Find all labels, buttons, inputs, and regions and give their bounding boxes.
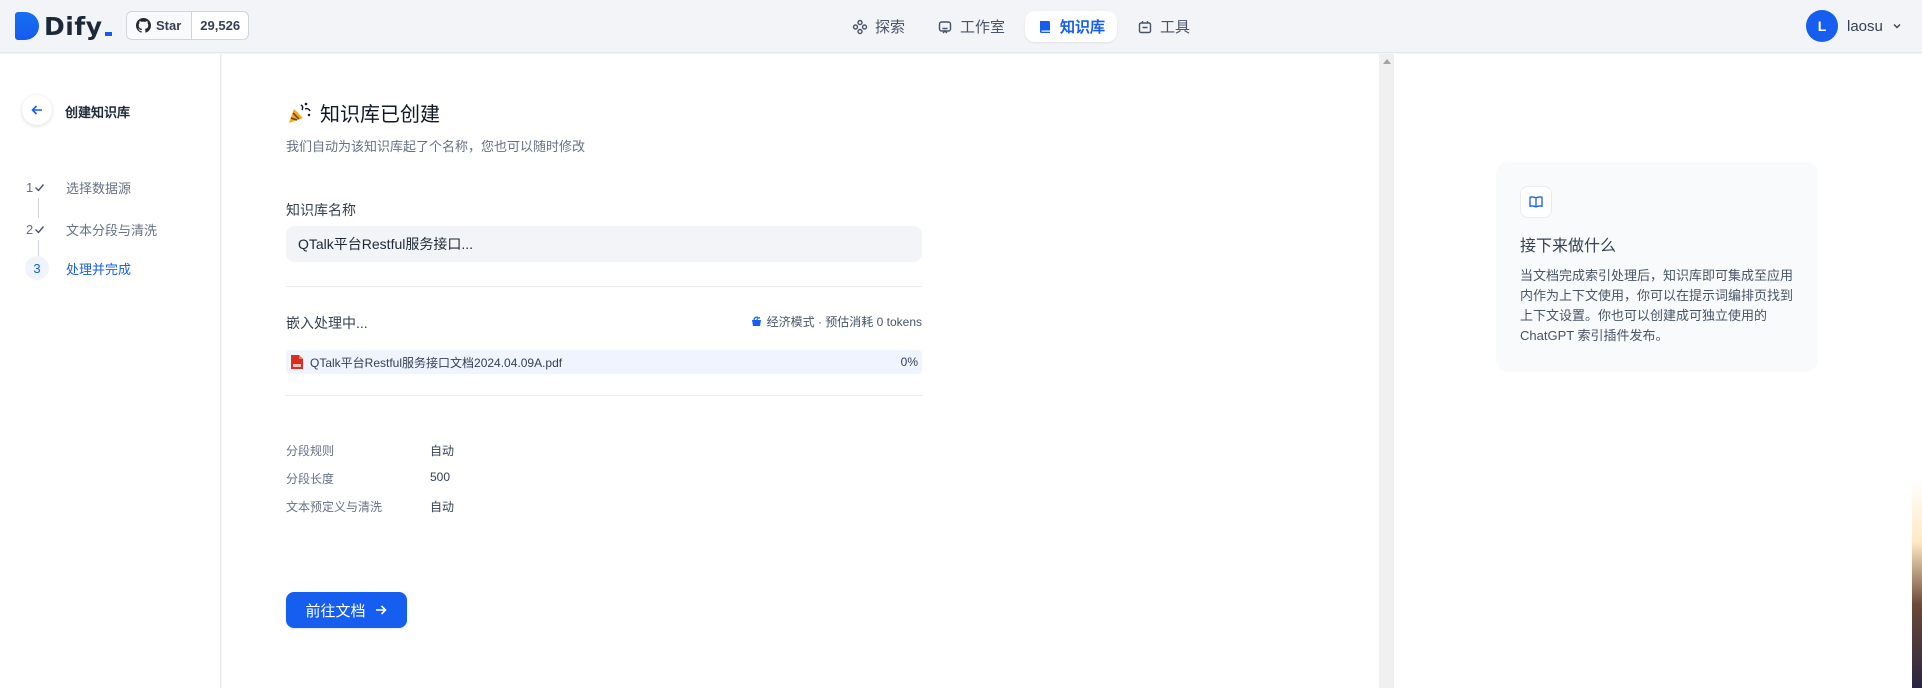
page-title-row: 知识库已创建 [286,98,440,127]
page-subtitle: 我们自动为该知识库起了个名称，您也可以随时修改 [286,139,586,154]
check-icon [35,226,45,234]
step-2-number: 2 [26,222,34,237]
step-process-finish: 3 处理并完成 [25,256,132,280]
step-2-label: 文本分段与清洗 [66,223,158,238]
check-icon [35,184,45,192]
nav-explore[interactable]: 探索 [840,11,917,42]
top-bar: Dify Star 29,526 探索 工作室 知识库 工具 L laosu [0,0,1922,53]
pdf-file-icon [291,355,303,369]
go-to-documents-button[interactable]: 前往文档 [286,592,407,628]
dify-logo[interactable]: Dify [15,11,112,41]
github-star-label: Star [156,18,182,33]
step-1-num: 1 [26,180,50,195]
nav-knowledge-label: 知识库 [1060,19,1106,36]
book-icon [1040,20,1051,33]
file-name: QTalk平台Restful服务接口文档2024.04.09A.pdf [310,355,563,370]
user-menu[interactable]: L laosu [1806,10,1902,42]
rule-value: 500 [430,470,451,484]
book-open-icon [1520,186,1552,218]
nav-tools-label: 工具 [1160,19,1191,36]
chevron-down-icon [1893,24,1901,29]
file-progress-row[interactable]: QTalk平台Restful服务接口文档2024.04.09A.pdf 0% [286,350,922,374]
github-icon [136,18,151,33]
step-1-label: 选择数据源 [66,181,132,196]
step-connector [38,198,39,218]
rule-label: 分段规则 [286,444,335,458]
nav-studio-label: 工作室 [960,19,1006,36]
economy-mode-icon [751,316,761,326]
step-3-label: 处理并完成 [66,261,132,277]
scroll-up-arrow-icon[interactable] [1383,59,1391,64]
main-nav: 探索 工作室 知识库 工具 [840,11,1202,42]
back-button[interactable] [22,95,52,125]
nav-studio[interactable]: 工作室 [925,11,1017,42]
arrow-right-icon [375,605,387,615]
file-progress: 0% [900,355,918,369]
avatar: L [1806,10,1838,42]
nav-tools[interactable]: 工具 [1125,11,1202,42]
logo-dot [104,32,112,36]
logo-text: Dify [44,11,103,41]
party-popper-icon [289,102,311,123]
main-content: 知识库已创建 我们自动为该知识库起了个名称，您也可以随时修改 知识库名称 QTa… [222,54,1379,688]
embedding-meta: 经济模式 · 预估消耗 0 tokens [750,313,922,330]
username: laosu [1847,17,1883,35]
rule-value: 自动 [430,500,455,514]
sidebar-title: 创建知识库 [65,105,131,120]
explore-icon [852,19,868,34]
next-steps-panel: 接下来做什么 当文档完成索引处理后，知识库即可集成至应用内作为上下文使用，你可以… [1394,54,1922,688]
page-title: 知识库已创建 [320,104,440,126]
next-steps-title: 接下来做什么 [1520,238,1617,255]
scrollbar[interactable] [1379,54,1394,688]
rule-value: 自动 [430,444,455,458]
tool-icon [1138,20,1152,33]
arrow-left-icon [31,105,42,115]
step-1-number: 1 [26,180,34,195]
nav-knowledge[interactable]: 知识库 [1025,11,1118,42]
embedding-meta-text: 经济模式 · 预估消耗 0 tokens [766,315,922,329]
github-star-count[interactable]: 29,526 [192,12,248,39]
step-segmentation: 2 文本分段与清洗 [26,220,157,239]
next-steps-card: 接下来做什么 当文档完成索引处理后，知识库即可集成至应用内作为上下文使用，你可以… [1496,162,1818,372]
steps-sidebar: 创建知识库 1 选择数据源 2 文本分段与清洗 3 处理并完成 [0,54,221,688]
nav-explore-label: 探索 [875,19,906,36]
robot-icon [938,20,952,33]
step-3-num: 3 [25,256,49,280]
github-star-button[interactable]: Star 29,526 [126,11,250,40]
wallpaper-edge [1912,480,1922,688]
divider [286,395,922,396]
github-star[interactable]: Star [127,12,193,39]
step-2-num: 2 [26,222,50,237]
dataset-name-label: 知识库名称 [286,202,356,218]
divider [286,286,922,287]
rule-label: 分段长度 [286,472,335,486]
next-steps-text: 当文档完成索引处理后，知识库即可集成至应用内作为上下文使用，你可以在提示词编排页… [1520,268,1794,343]
dataset-name-input[interactable]: QTalk平台Restful服务接口... [286,226,922,262]
logo-mark-icon [15,12,39,40]
rule-label: 文本预定义与清洗 [286,500,383,514]
embedding-status: 嵌入处理中... [286,315,368,331]
step-select-source: 1 选择数据源 [26,178,131,197]
go-to-documents-label: 前往文档 [305,602,366,620]
